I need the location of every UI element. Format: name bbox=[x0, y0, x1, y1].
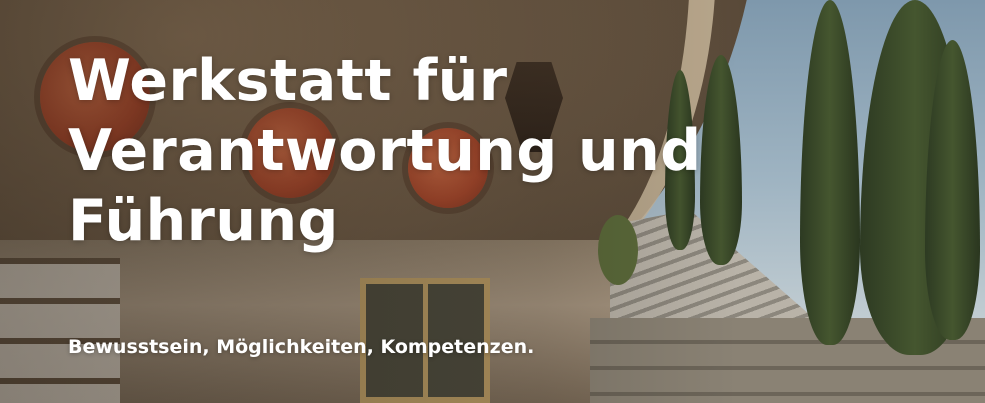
hero-title: Werkstatt für Verantwortung und Führung bbox=[68, 46, 768, 256]
hero-title-line-1: Werkstatt für bbox=[68, 48, 508, 114]
hero-banner: Werkstatt für Verantwortung und Führung … bbox=[0, 0, 985, 403]
hero-title-line-2: Verantwortung und bbox=[68, 118, 702, 184]
hero-subtitle: Bewusstsein, Möglichkeiten, Kompetenzen. bbox=[68, 336, 535, 358]
hero-title-line-3: Führung bbox=[68, 188, 339, 254]
